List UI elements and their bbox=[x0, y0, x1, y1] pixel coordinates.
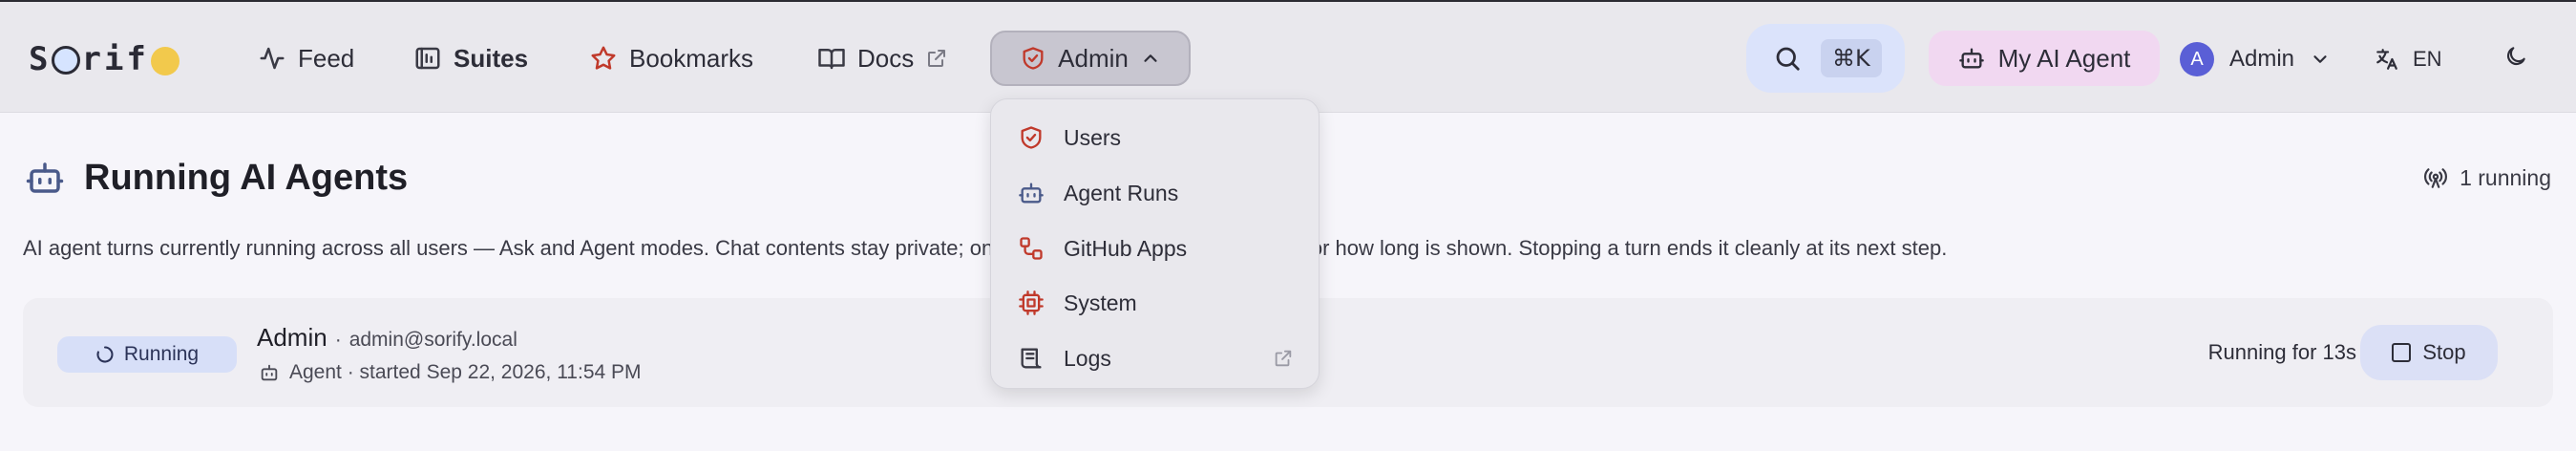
logo-face-o bbox=[52, 46, 81, 75]
nav-bookmarks-label: Bookmarks bbox=[629, 43, 754, 73]
activity-icon bbox=[260, 47, 285, 70]
spinner-icon bbox=[96, 346, 114, 363]
admin-menu-item-github-apps[interactable]: GitHub Apps bbox=[991, 224, 1319, 273]
broadcast-icon bbox=[2424, 168, 2448, 188]
top-navigation-bar: S rif Feed Suites Bookmarks Docs Admin ⌘… bbox=[0, 0, 2576, 113]
admin-menu-item-label: Users bbox=[1064, 124, 1122, 150]
admin-menu-button[interactable]: Admin bbox=[990, 31, 1191, 86]
search-icon bbox=[1776, 47, 1800, 71]
stop-button[interactable]: Stop bbox=[2360, 325, 2498, 380]
admin-menu-item-label: GitHub Apps bbox=[1064, 235, 1188, 261]
nav-feed-label: Feed bbox=[298, 43, 355, 73]
language-switcher[interactable]: EN bbox=[2375, 38, 2442, 80]
cpu-icon bbox=[1019, 290, 1044, 315]
admin-menu-item-users[interactable]: Users bbox=[991, 113, 1319, 162]
robot-icon bbox=[1019, 183, 1044, 204]
status-label: Running bbox=[123, 343, 200, 365]
suites-icon bbox=[415, 47, 440, 70]
running-count-label: 1 running bbox=[2460, 164, 2551, 190]
robot-icon bbox=[261, 364, 278, 381]
turn-duration: Running for 13s bbox=[2207, 340, 2356, 364]
my-ai-agent-label: My AI Agent bbox=[1997, 43, 2131, 73]
chevron-up-icon bbox=[1144, 54, 1157, 62]
admin-menu-item-label: Logs bbox=[1064, 345, 1111, 371]
admin-menu-item-label: Agent Runs bbox=[1064, 180, 1179, 205]
nav-docs-label: Docs bbox=[857, 43, 915, 73]
shield-check-icon bbox=[1021, 126, 1042, 149]
external-link-icon bbox=[928, 50, 946, 67]
nav-bookmarks[interactable]: Bookmarks bbox=[589, 34, 753, 82]
theme-toggle[interactable] bbox=[2503, 44, 2528, 74]
nav-feed[interactable]: Feed bbox=[258, 34, 354, 82]
moon-icon bbox=[2506, 47, 2525, 66]
page-header: Running AI Agents bbox=[25, 153, 408, 203]
avatar: A bbox=[2180, 42, 2214, 76]
search-button[interactable]: ⌘K bbox=[1746, 24, 1905, 93]
user-name: Admin bbox=[2229, 46, 2295, 72]
shield-check-icon bbox=[1023, 47, 1044, 70]
chevron-down-icon bbox=[2313, 55, 2327, 63]
admin-menu-item-logs[interactable]: Logs bbox=[991, 333, 1319, 383]
turn-user-email: admin@sorify.local bbox=[348, 329, 517, 351]
admin-menu-item-label: System bbox=[1064, 290, 1137, 315]
nav-docs[interactable]: Docs bbox=[817, 34, 948, 82]
turn-meta-text: Agent · started Sep 22, 2026, 11:54 PM bbox=[289, 361, 642, 383]
robot-icon bbox=[1958, 48, 1984, 69]
translate-icon bbox=[2376, 49, 2397, 70]
turn-user: Admin · admin@sorify.local bbox=[257, 323, 517, 353]
language-code: EN bbox=[2413, 47, 2442, 71]
robot-icon bbox=[26, 162, 64, 193]
stop-icon bbox=[2392, 343, 2412, 362]
admin-dropdown-menu: Users Agent Runs GitHub Apps System Logs bbox=[990, 98, 1320, 389]
stop-label: Stop bbox=[2422, 340, 2466, 364]
admin-menu-label: Admin bbox=[1058, 43, 1129, 73]
scroll-icon bbox=[1021, 348, 1042, 369]
nav-suites[interactable]: Suites bbox=[413, 34, 528, 82]
admin-menu-item-agent-runs[interactable]: Agent Runs bbox=[991, 168, 1319, 218]
admin-menu-item-system[interactable]: System bbox=[991, 278, 1319, 328]
user-menu[interactable]: A Admin bbox=[2180, 36, 2331, 82]
sorify-logo[interactable]: S rif bbox=[29, 36, 179, 82]
star-icon bbox=[591, 46, 616, 70]
my-ai-agent-button[interactable]: My AI Agent bbox=[1929, 31, 2160, 86]
nav-suites-label: Suites bbox=[454, 43, 529, 73]
logo-smiley bbox=[150, 47, 179, 75]
book-open-icon bbox=[818, 49, 845, 70]
running-count: 1 running bbox=[2423, 162, 2551, 193]
turn-user-name: Admin bbox=[257, 323, 327, 352]
turn-separator: · bbox=[334, 329, 342, 351]
status-badge: Running bbox=[57, 336, 237, 373]
search-shortcut: ⌘K bbox=[1821, 39, 1882, 77]
external-link-icon bbox=[1275, 350, 1292, 367]
workflow-icon bbox=[1020, 237, 1043, 260]
turn-meta: Agent · started Sep 22, 2026, 11:54 PM bbox=[259, 361, 642, 384]
page-title: Running AI Agents bbox=[84, 157, 409, 198]
